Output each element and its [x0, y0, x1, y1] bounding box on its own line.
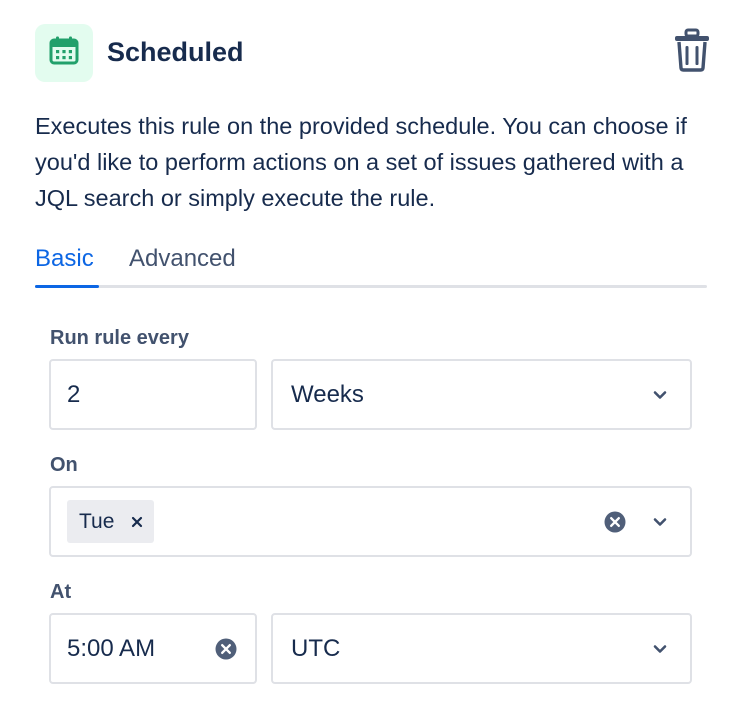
timezone-select[interactable]: UTC	[271, 613, 692, 684]
tab-advanced[interactable]: Advanced	[129, 244, 236, 274]
day-tag: Tue	[67, 500, 155, 543]
days-multi-select[interactable]: Tue	[49, 486, 692, 557]
trigger-header: Scheduled	[35, 24, 713, 82]
active-tab-indicator	[35, 285, 99, 288]
calendar-icon	[48, 35, 80, 72]
interval-input[interactable]: 2	[49, 359, 257, 430]
trigger-description: Executes this rule on the provided sched…	[35, 113, 687, 211]
run-every-label: Run rule every	[50, 327, 189, 349]
on-label: On	[50, 454, 78, 476]
at-label: At	[50, 581, 72, 603]
tabs-divider	[35, 285, 707, 288]
interval-unit-value: Weeks	[291, 380, 364, 408]
mode-tabs: Basic Advanced	[35, 240, 707, 288]
time-input[interactable]: 5:00 AM	[49, 613, 257, 684]
scheduled-trigger-icon-tile	[35, 24, 93, 82]
interval-unit-select[interactable]: Weeks	[271, 359, 692, 430]
clear-days-icon[interactable]	[604, 511, 626, 533]
trigger-title: Scheduled	[107, 37, 244, 67]
chevron-down-icon[interactable]	[652, 641, 668, 657]
day-tag-label: Tue	[79, 509, 115, 533]
clear-time-icon[interactable]	[215, 638, 237, 660]
delete-trigger-button[interactable]	[673, 28, 711, 77]
timezone-value: UTC	[291, 634, 341, 662]
time-value: 5:00 AM	[67, 634, 156, 662]
chevron-down-icon[interactable]	[652, 514, 668, 530]
chevron-down-icon[interactable]	[652, 387, 668, 403]
trash-icon	[674, 28, 710, 77]
interval-value: 2	[67, 380, 81, 408]
tab-basic[interactable]: Basic	[35, 244, 94, 274]
remove-tag-icon[interactable]	[130, 515, 144, 529]
